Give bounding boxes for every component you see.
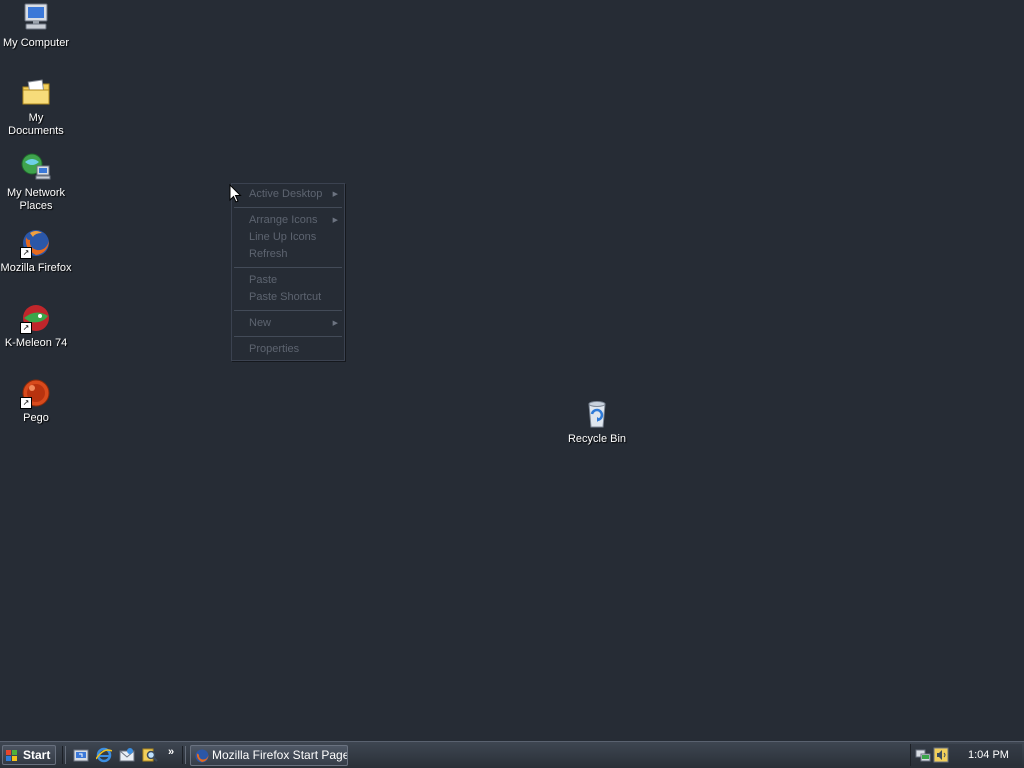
network-icon[interactable] [915, 747, 931, 763]
submenu-arrow-icon: ▶ [332, 217, 338, 224]
desktop-icon-mozilla-firefox[interactable]: ↗ Mozilla Firefox [0, 227, 72, 275]
task-button-firefox[interactable]: Mozilla Firefox Start Page... [190, 745, 348, 766]
folder-documents-icon [20, 77, 52, 109]
desktop-icon-pego[interactable]: ↗ Pego [0, 377, 72, 425]
desktop[interactable]: My Computer My Documents My Network Plac… [0, 0, 1024, 741]
shortcut-arrow-icon: ↗ [20, 397, 32, 409]
menu-item-properties[interactable]: Properties [232, 341, 344, 358]
desktop-icon-my-network-places[interactable]: My Network Places [0, 152, 72, 213]
internet-explorer-icon[interactable] [95, 747, 113, 763]
desktop-icon-label: Mozilla Firefox [0, 262, 72, 274]
task-button-label: Mozilla Firefox Start Page... [212, 748, 348, 762]
menu-item-arrange-icons[interactable]: Arrange Icons ▶ [232, 212, 344, 229]
firefox-icon [194, 748, 210, 764]
desktop-icon-label: My Documents [8, 112, 64, 137]
system-tray: 1:04 PM [910, 744, 1022, 766]
menu-item-label: New [249, 317, 272, 329]
pego-icon: ↗ [20, 377, 52, 409]
k-meleon-icon: ↗ [20, 302, 52, 334]
mouse-cursor-icon [229, 183, 243, 204]
menu-item-new[interactable]: New ▶ [232, 315, 344, 332]
menu-item-label: Active Desktop [249, 188, 323, 200]
submenu-arrow-icon: ▶ [332, 320, 338, 327]
menu-item-paste[interactable]: Paste [232, 272, 344, 289]
show-desktop-icon[interactable] [73, 747, 89, 763]
desktop-icon-label: My Computer [2, 37, 70, 49]
desktop-icon-my-computer[interactable]: My Computer [0, 2, 72, 50]
windows-logo-icon [6, 749, 18, 761]
desktop-icon-recycle-bin[interactable]: Recycle Bin [561, 398, 633, 446]
menu-separator [234, 207, 342, 208]
desktop-icon-label: Recycle Bin [567, 433, 627, 445]
recycle-bin-icon [581, 398, 613, 430]
menu-separator [234, 336, 342, 337]
submenu-arrow-icon: ▶ [332, 191, 338, 198]
desktop-icon-k-meleon[interactable]: ↗ K-Meleon 74 [0, 302, 72, 350]
computer-icon [20, 2, 52, 34]
menu-item-refresh[interactable]: Refresh [232, 246, 344, 263]
clock[interactable]: 1:04 PM [968, 744, 1009, 766]
menu-item-paste-shortcut[interactable]: Paste Shortcut [232, 289, 344, 306]
taskbar-separator [62, 746, 66, 764]
menu-item-label: Line Up Icons [249, 231, 317, 243]
desktop-icon-my-documents[interactable]: My Documents [0, 77, 72, 138]
outlook-express-icon[interactable] [119, 747, 135, 763]
start-button[interactable]: Start [2, 745, 56, 765]
desktop-icon-label: K-Meleon 74 [4, 337, 68, 349]
menu-item-label: Paste Shortcut [249, 291, 322, 303]
network-places-icon [20, 152, 52, 184]
firefox-icon: ↗ [20, 227, 52, 259]
menu-item-line-up-icons[interactable]: Line Up Icons [232, 229, 344, 246]
menu-item-label: Properties [249, 343, 300, 355]
menu-item-active-desktop[interactable]: Active Desktop ▶ [232, 186, 344, 203]
menu-separator [234, 267, 342, 268]
shortcut-arrow-icon: ↗ [20, 322, 32, 334]
shortcut-arrow-icon: ↗ [20, 247, 32, 259]
menu-item-label: Paste [249, 274, 278, 286]
start-label: Start [23, 748, 51, 762]
volume-icon[interactable] [933, 747, 949, 763]
search-icon[interactable] [142, 747, 158, 763]
desktop-context-menu: Active Desktop ▶ Arrange Icons ▶ Line Up… [231, 183, 345, 361]
quick-launch-more-button[interactable]: » [168, 746, 174, 758]
menu-separator [234, 310, 342, 311]
taskbar-separator [182, 746, 186, 764]
desktop-icon-label: Pego [23, 412, 49, 424]
taskbar: Start » Mozilla Firefox Start Page... 1:… [0, 741, 1024, 768]
menu-item-label: Refresh [249, 248, 288, 260]
desktop-icon-label: My Network Places [6, 187, 66, 212]
menu-item-label: Arrange Icons [249, 214, 318, 226]
